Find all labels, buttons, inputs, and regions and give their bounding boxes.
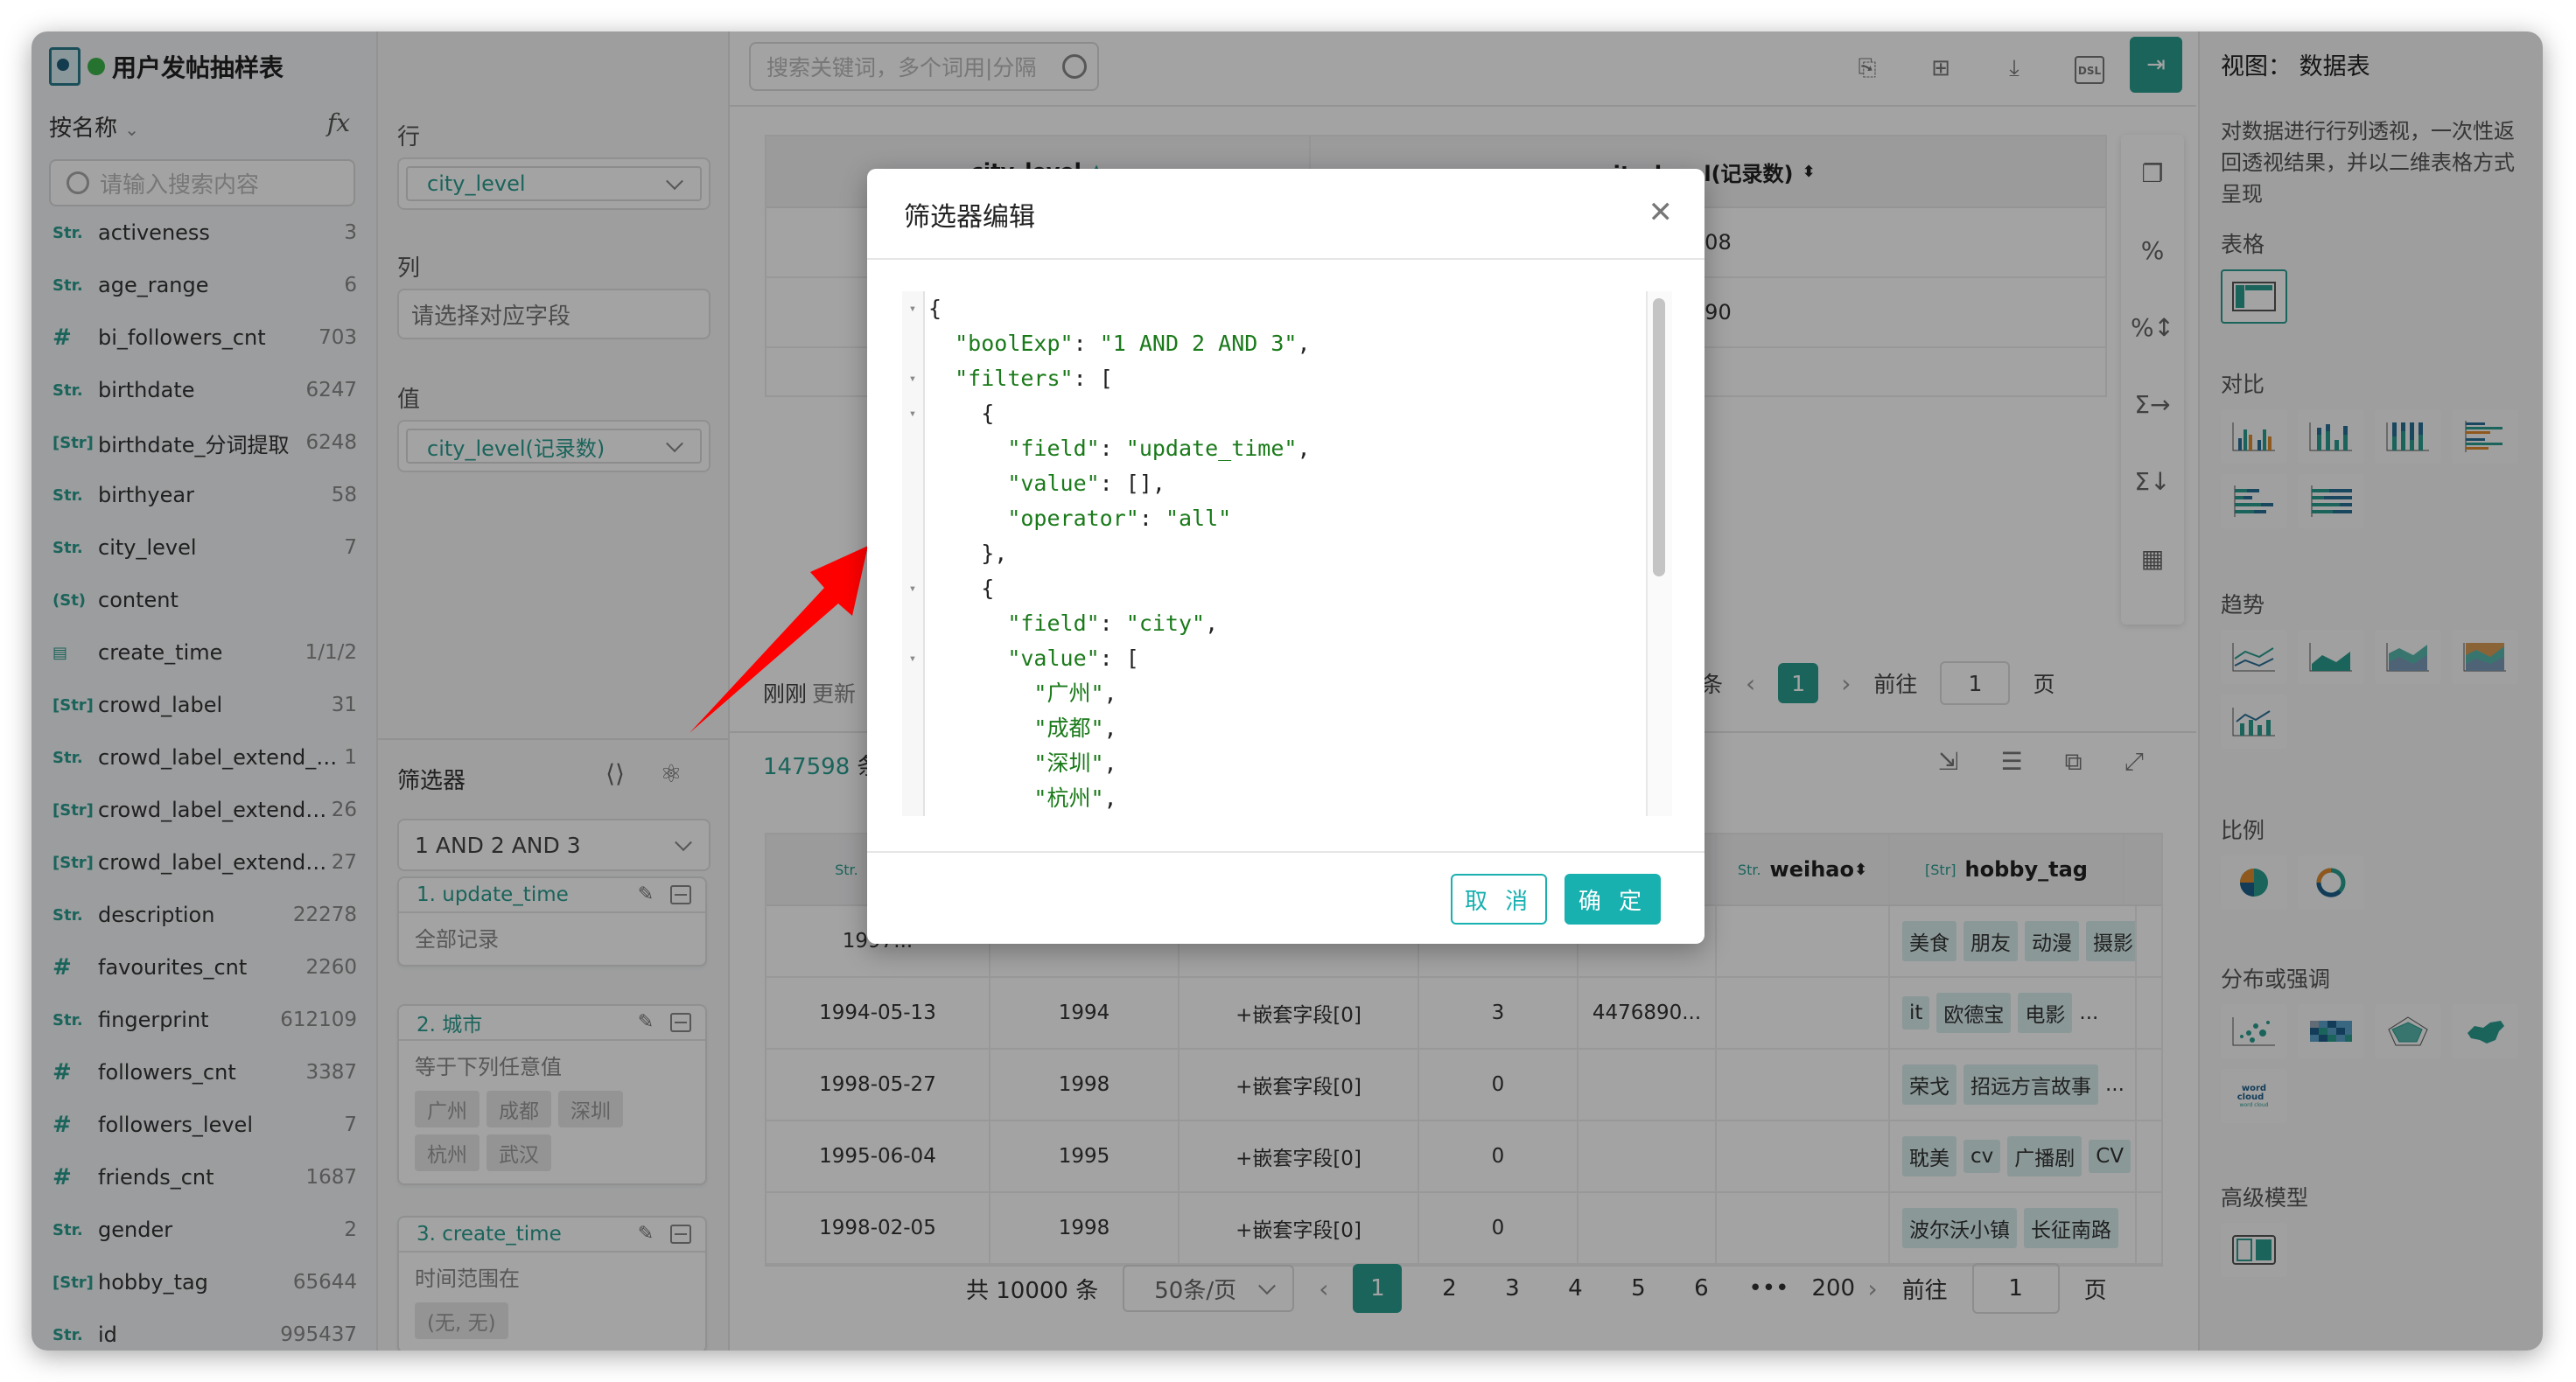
cancel-button[interactable]: 取 消 xyxy=(1451,874,1547,925)
json-key: "operator" xyxy=(1007,506,1139,531)
json-string: "成都" xyxy=(1033,715,1104,741)
code-punct: , xyxy=(1297,331,1311,356)
code-punct: [ xyxy=(1099,366,1113,391)
code-line: "value": [], xyxy=(1007,471,1166,496)
code-lines: ▾{ "boolExp": "1 AND 2 AND 3", ▾ "filters… xyxy=(909,291,1637,816)
json-code-editor[interactable]: ▾{ "boolExp": "1 AND 2 AND 3", ▾ "filters… xyxy=(902,291,1672,816)
code-line: ▾ { xyxy=(909,396,1637,431)
json-value: "1 AND 2 AND 3" xyxy=(1099,331,1298,356)
code-punct: { xyxy=(981,401,995,426)
fold-arrow-icon[interactable]: ▾ xyxy=(902,361,923,396)
code-line: ▾ "value": [ xyxy=(909,641,1637,676)
code-punct: , xyxy=(1297,436,1311,461)
code-punct: { xyxy=(928,296,942,321)
divider xyxy=(867,258,1704,260)
json-string: "深圳" xyxy=(1033,750,1104,776)
json-key: "filters" xyxy=(955,366,1074,391)
json-value: "update_time" xyxy=(1125,436,1298,461)
confirm-button[interactable]: 确 定 xyxy=(1564,874,1661,925)
code-punct: [ xyxy=(1125,646,1139,671)
code-line: "深圳", xyxy=(928,746,1637,781)
code-punct: , xyxy=(1205,611,1219,636)
close-icon[interactable]: ✕ xyxy=(1648,195,1674,230)
code-punct: { xyxy=(981,576,995,601)
code-line: ▾{ xyxy=(909,291,1637,326)
app-window: 用户发帖抽样表 按名称 ⌄ fx 请输入搜索内容 Str. activeness 3… xyxy=(32,31,2543,1351)
json-key: "value" xyxy=(1007,471,1100,496)
code-punct: , xyxy=(1103,715,1117,741)
code-punct: , xyxy=(1103,750,1117,776)
code-line: "广州", xyxy=(928,676,1637,711)
code-line: "field": "update_time", xyxy=(1007,436,1311,461)
code-line: "成都", xyxy=(928,711,1637,746)
code-punct: , xyxy=(1103,681,1117,706)
fold-arrow-icon[interactable]: ▾ xyxy=(902,571,923,606)
code-punct: }, xyxy=(981,541,1008,566)
dialog-title: 筛选器编辑 xyxy=(904,202,1035,233)
json-string: "广州" xyxy=(1033,681,1104,706)
json-key: "field" xyxy=(1007,611,1100,636)
code-line: }, xyxy=(928,536,1637,571)
json-value: "all" xyxy=(1165,506,1232,531)
json-value: "city" xyxy=(1125,611,1206,636)
code-line: ▾ "filters": [ xyxy=(909,361,1637,396)
editor-scrollbar[interactable] xyxy=(1646,291,1672,816)
fold-arrow-icon[interactable]: ▾ xyxy=(902,396,923,431)
code-punct: [], xyxy=(1125,471,1166,496)
json-key: "value" xyxy=(1007,646,1100,671)
fold-arrow-icon[interactable]: ▾ xyxy=(902,291,923,326)
json-key: "field" xyxy=(1007,436,1100,461)
code-line: "operator": "all" xyxy=(1007,506,1232,531)
scrollbar-thumb[interactable] xyxy=(1653,298,1665,576)
code-line: "boolExp": "1 AND 2 AND 3", xyxy=(955,331,1311,356)
code-line: ▾ { xyxy=(909,571,1637,606)
code-line: "field": "city", xyxy=(1007,611,1219,636)
divider xyxy=(867,851,1704,853)
filter-editor-dialog: 筛选器编辑 ✕ ▾{ "boolExp": "1 AND 2 AND 3", ▾ … xyxy=(867,169,1704,944)
fold-arrow-icon[interactable]: ▾ xyxy=(902,641,923,676)
json-key: "boolExp" xyxy=(955,331,1074,356)
code-punct: , xyxy=(1103,785,1117,811)
code-line: "杭州", xyxy=(928,781,1637,816)
json-string: "杭州" xyxy=(1033,785,1104,811)
